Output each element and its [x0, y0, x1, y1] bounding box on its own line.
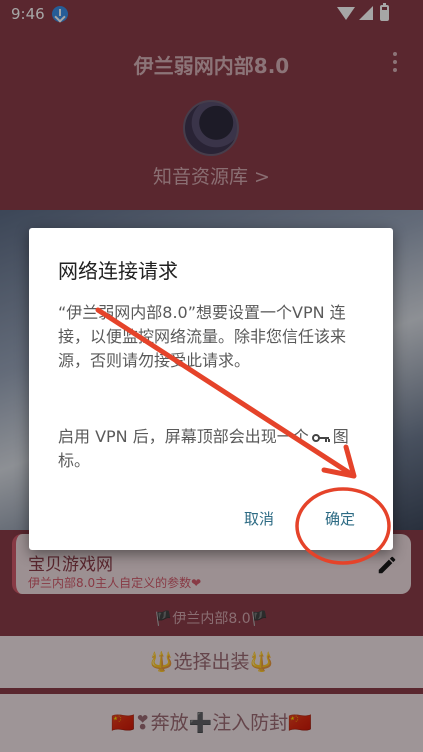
vpn-request-dialog: 网络连接请求 “伊兰弱网内部8.0”想要设置一个VPN 连接，以便监控网络流量。… — [29, 228, 393, 550]
dialog-message-part-1: 启用 VPN 后，屏幕顶部会出现一个 — [58, 427, 309, 446]
dialog-message: “伊兰弱网内部8.0”想要设置一个VPN 连接，以便监控网络流量。除非您信任该来… — [58, 303, 347, 370]
ok-button[interactable]: 确定 — [325, 508, 355, 529]
key-icon — [311, 433, 330, 442]
dialog-message-vpn-icon: 启用 VPN 后，屏幕顶部会出现一个 图标。 — [58, 425, 374, 473]
cancel-button[interactable]: 取消 — [244, 508, 274, 529]
dialog-title: 网络连接请求 — [58, 259, 178, 283]
